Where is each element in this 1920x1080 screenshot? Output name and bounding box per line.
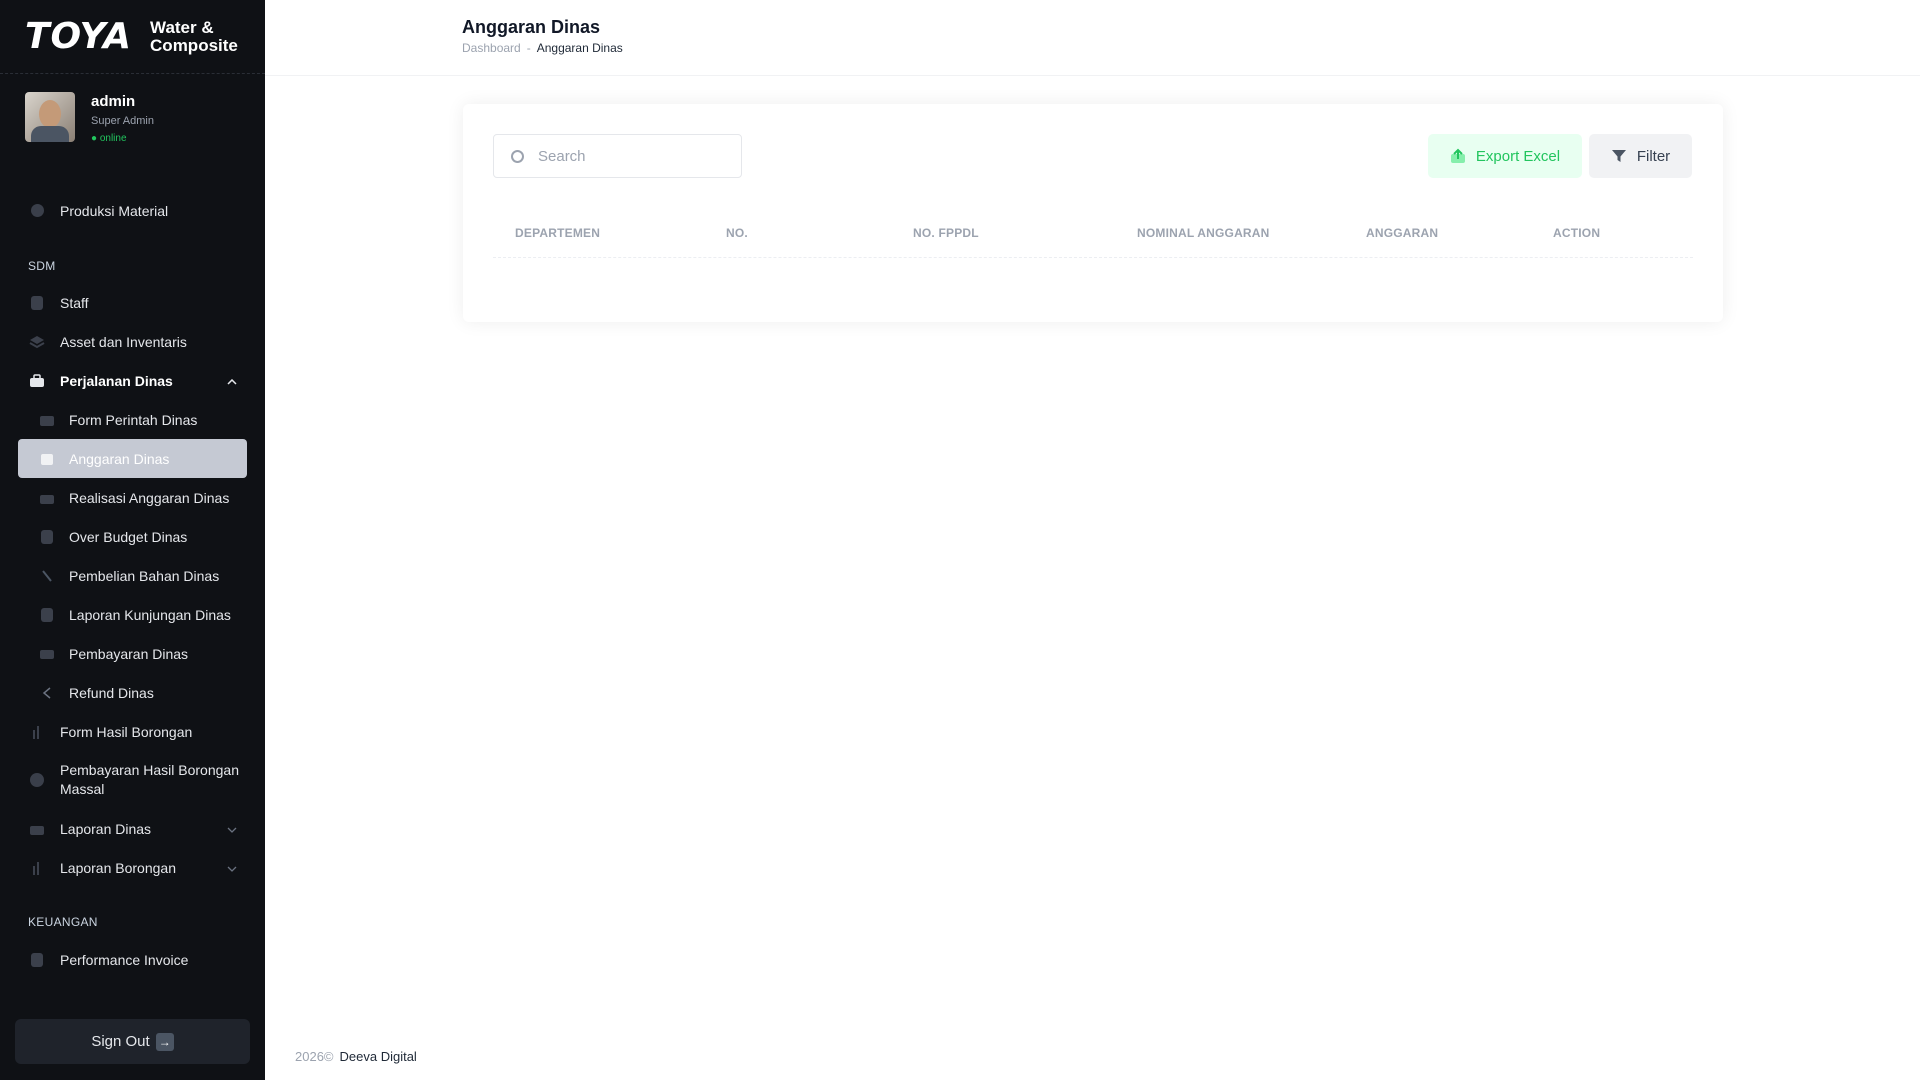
sidebar-item-label: Anggaran Dinas — [69, 450, 170, 467]
chevron-down-icon — [227, 822, 237, 836]
sign-out-label: Sign Out — [91, 1033, 150, 1050]
filter-label: Filter — [1636, 147, 1671, 165]
sidebar-item-staff[interactable]: Staff — [18, 283, 247, 322]
sidebar-item-label: Laporan Dinas — [60, 820, 152, 837]
filter-icon — [1611, 148, 1627, 164]
sidebar-item-label-line2: Massal — [60, 781, 105, 797]
sidebar: TOYA Water & Composite admin Super Admin… — [0, 0, 265, 1080]
user-status: ● online — [91, 133, 127, 144]
column-no-fppdl[interactable]: NO. FPPDL — [913, 226, 979, 240]
chart-icon — [29, 724, 45, 740]
dollar-icon — [29, 772, 45, 788]
brand-subtitle: Water & Composite — [150, 17, 238, 55]
sidebar-item-pembelian-bahan-dinas[interactable]: Pembelian Bahan Dinas — [18, 556, 247, 595]
brand-logo: TOYA — [25, 16, 133, 57]
user-profile[interactable]: admin Super Admin ● online — [25, 92, 154, 144]
sidebar-item-laporan-kunjungan-dinas[interactable]: Laporan Kunjungan Dinas — [18, 595, 247, 634]
breadcrumb-current: Anggaran Dinas — [536, 41, 623, 55]
sidebar-item-label: Performance Invoice — [60, 951, 189, 968]
sidebar-item-pembayaran-dinas[interactable]: Pembayaran Dinas — [18, 634, 247, 673]
sidebar-item-label: Over Budget Dinas — [69, 528, 188, 545]
export-excel-label: Export Excel — [1475, 147, 1561, 165]
column-nominal-anggaran[interactable]: NOMINAL ANGGARAN — [1137, 226, 1270, 240]
sidebar-item-label: Perjalanan Dinas — [60, 372, 173, 389]
sidebar-item-label: Realisasi Anggaran Dinas — [69, 489, 230, 506]
avatar — [25, 92, 75, 142]
tools-icon — [39, 568, 55, 584]
chevron-up-icon — [227, 374, 237, 388]
briefcase-icon — [29, 373, 45, 389]
sidebar-item-label: Laporan Borongan — [60, 859, 176, 876]
circle-icon — [29, 203, 45, 219]
sidebar-item-laporan-borongan[interactable]: Laporan Borongan — [18, 848, 247, 887]
column-no[interactable]: NO. — [726, 226, 748, 240]
sidebar-item-performance-invoice[interactable]: Performance Invoice — [18, 940, 247, 979]
column-departemen[interactable]: DEPARTEMEN — [515, 226, 600, 240]
sidebar-item-label: Staff — [60, 294, 89, 311]
export-excel-button[interactable]: Export Excel — [1428, 134, 1582, 178]
footer: 2026© Deeva Digital — [295, 1049, 417, 1064]
briefcase-icon — [39, 490, 55, 506]
sidebar-item-label: Pembayaran Hasil Borongan Massal — [60, 761, 239, 799]
chevron-down-icon — [227, 861, 237, 875]
sidebar-item-laporan-dinas[interactable]: Laporan Dinas — [18, 809, 247, 848]
page-title: Anggaran Dinas — [462, 17, 601, 37]
sidebar-item-form-hasil-borongan[interactable]: Form Hasil Borongan — [18, 712, 247, 751]
topbar — [265, 0, 1920, 76]
sidebar-item-label: Laporan Kunjungan Dinas — [69, 606, 231, 623]
sidebar-item-anggaran-dinas[interactable]: Anggaran Dinas — [18, 439, 247, 478]
calendar-icon — [39, 451, 55, 467]
sidebar-item-asset-inventaris[interactable]: Asset dan Inventaris — [18, 322, 247, 361]
upload-icon — [1450, 148, 1466, 164]
briefcase-icon — [29, 821, 45, 837]
arrow-left-icon — [39, 685, 55, 701]
sidebar-item-label: Pembayaran Dinas — [69, 645, 189, 662]
document-icon — [29, 952, 45, 968]
wallet-icon — [39, 529, 55, 545]
search-input[interactable] — [538, 147, 718, 165]
staff-icon — [29, 295, 45, 311]
column-action: ACTION — [1553, 226, 1601, 240]
sidebar-item-label: Produksi Material — [60, 202, 169, 219]
user-role: Super Admin — [91, 115, 154, 127]
sidebar-item-realisasi-anggaran-dinas[interactable]: Realisasi Anggaran Dinas — [18, 478, 247, 517]
content-card: Export Excel Filter DEPARTEMEN NO. NO. F… — [463, 104, 1723, 322]
sidebar-item-produksi-material[interactable]: Produksi Material — [18, 191, 247, 230]
footer-year: 2026© — [295, 1049, 334, 1064]
sidebar-item-perjalanan-dinas[interactable]: Perjalanan Dinas — [18, 361, 247, 400]
user-name: admin — [91, 93, 136, 110]
sidebar-item-label: Pembelian Bahan Dinas — [69, 567, 220, 584]
sidebar-item-label: Form Hasil Borongan — [60, 723, 193, 740]
filter-button[interactable]: Filter — [1589, 134, 1692, 178]
section-sdm: SDM — [28, 259, 56, 273]
sign-out-button[interactable]: Sign Out → — [15, 1019, 250, 1064]
sidebar-item-over-budget-dinas[interactable]: Over Budget Dinas — [18, 517, 247, 556]
brand[interactable]: TOYA Water & Composite — [0, 0, 265, 74]
chart-icon — [29, 860, 45, 876]
sidebar-item-label: Refund Dinas — [69, 684, 154, 701]
sidebar-item-label-line1: Pembayaran Hasil Borongan — [60, 762, 239, 778]
edit-icon — [39, 607, 55, 623]
sidebar-item-label: Asset dan Inventaris — [60, 333, 187, 350]
table-header: DEPARTEMEN NO. NO. FPPDL NOMINAL ANGGARA… — [493, 212, 1693, 258]
card-icon — [39, 646, 55, 662]
column-anggaran[interactable]: ANGGARAN — [1366, 226, 1438, 240]
breadcrumb: Dashboard - Anggaran Dinas — [462, 41, 623, 55]
sidebar-item-refund-dinas[interactable]: Refund Dinas — [18, 673, 247, 712]
layers-icon — [29, 334, 45, 350]
brand-subtitle-line1: Water & — [150, 17, 214, 37]
search-icon — [511, 149, 524, 163]
breadcrumb-separator: - — [526, 41, 531, 55]
sidebar-item-pembayaran-hasil-borongan-massal[interactable]: Pembayaran Hasil Borongan Massal — [18, 751, 247, 809]
sidebar-item-label: Form Perintah Dinas — [69, 411, 198, 428]
sidebar-item-form-perintah-dinas[interactable]: Form Perintah Dinas — [18, 400, 247, 439]
search-box[interactable] — [493, 134, 742, 178]
form-icon — [39, 412, 55, 428]
footer-company-link[interactable]: Deeva Digital — [340, 1049, 417, 1064]
breadcrumb-dashboard[interactable]: Dashboard — [462, 41, 521, 55]
sign-out-icon: → — [155, 1032, 174, 1051]
section-keuangan: KEUANGAN — [28, 915, 98, 929]
brand-subtitle-line2: Composite — [150, 35, 238, 55]
